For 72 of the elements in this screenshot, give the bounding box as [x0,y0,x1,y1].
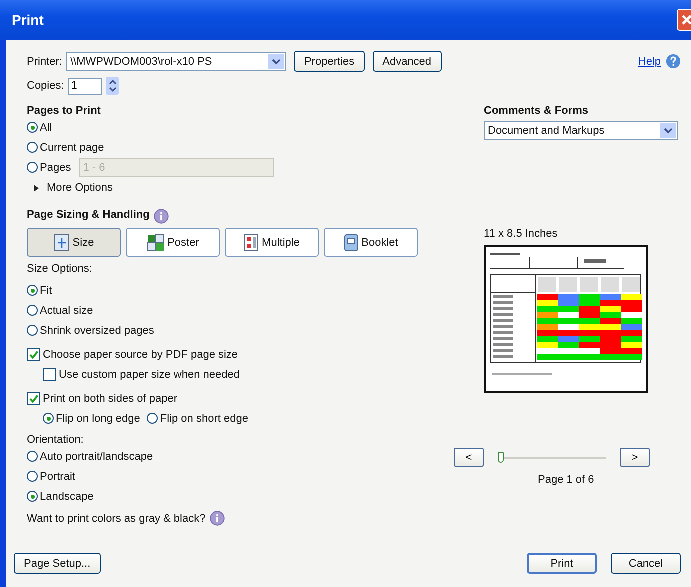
print-button[interactable]: Print [527,553,597,574]
radio-label: Pages [40,162,72,174]
printer-button[interactable]: Properties [294,51,365,72]
help-icon[interactable] [666,54,681,69]
window-title: Print [12,12,44,28]
previous-page-button[interactable]: < [454,448,484,467]
radio-button[interactable] [147,413,158,424]
radio-button[interactable] [27,325,38,336]
help-link[interactable]: Help [638,56,661,68]
mode-button[interactable]: Size [27,228,121,257]
check-icon [28,394,38,404]
booklet-icon [344,234,359,252]
radio-label: Flip on short edge [160,412,248,424]
next-page-button[interactable]: > [620,448,650,467]
cancel-button[interactable]: Cancel [611,553,681,574]
close-button[interactable] [677,9,691,31]
mode-button[interactable]: Poster [126,228,220,257]
close-icon [680,13,691,27]
radio-label: Auto portrait/landscape [40,450,154,462]
checkbox-label: Use custom paper size when needed [59,368,240,380]
checkbox[interactable] [27,348,40,361]
spinner-arrows-icon [108,78,117,94]
mode-button[interactable]: Booklet [324,228,418,257]
section-heading: Comments & Forms [484,105,589,117]
checkbox[interactable] [43,368,56,381]
radio-label: Actual size [40,304,94,316]
check-icon [28,350,38,360]
radio-label: Portrait [40,470,76,482]
radio-label: All [40,122,52,134]
radio-button[interactable] [27,142,38,153]
radio-button[interactable] [27,285,38,296]
chevron-down-icon [272,58,281,64]
comments-forms-dropdown[interactable]: Document and Markups [484,121,678,140]
radio-label: Shrink oversized pages [40,324,154,336]
radio-button[interactable] [43,413,54,424]
slider-thumb[interactable] [498,452,504,462]
section-heading: Pages to Print [27,105,101,117]
triangle-icon [33,184,40,192]
copies-field[interactable]: 1 [68,78,102,94]
question-text: Want to print colors as gray & black? [27,512,206,524]
size-icon [54,234,70,252]
copies-spinner[interactable] [106,77,120,95]
radio-button[interactable] [27,162,38,173]
orientation-label: Orientation: [27,434,84,446]
page-number-label: Page 1 of 6 [538,474,594,486]
printer-dropdown[interactable]: \\MWPWDOM003\rol-x10 PS [66,52,286,71]
chevron-down-icon [664,128,672,134]
paper-size-label: 11 x 8.5 Inches [484,228,558,240]
mode-button[interactable]: Multiple [225,228,319,257]
checkbox-label: Choose paper source by PDF page size [43,348,238,360]
page-setup-button[interactable]: Page Setup... [14,553,101,574]
section-heading: Page Sizing & Handling [27,209,150,221]
multiple-icon [244,234,260,252]
radio-button[interactable] [27,451,38,462]
radio-label: Current page [40,142,104,154]
radio-label: Flip on long edge [56,412,140,424]
checkbox[interactable] [27,392,40,405]
radio-label: Fit [40,284,52,296]
radio-button[interactable] [27,122,38,133]
info-icon[interactable] [154,209,169,224]
radio-label: Landscape [40,490,94,502]
size-options-label: Size Options: [27,263,92,275]
poster-icon [146,234,165,252]
printer-label: Printer: [27,56,62,68]
radio-button[interactable] [27,471,38,482]
radio-button[interactable] [27,305,38,316]
more-options-toggle[interactable]: More Options [33,180,114,196]
printer-button[interactable]: Advanced [372,51,442,72]
info-icon[interactable] [210,511,225,526]
copies-label: Copies: [27,80,64,92]
radio-button[interactable] [27,491,38,502]
checkbox-label: Print on both sides of paper [43,392,178,404]
